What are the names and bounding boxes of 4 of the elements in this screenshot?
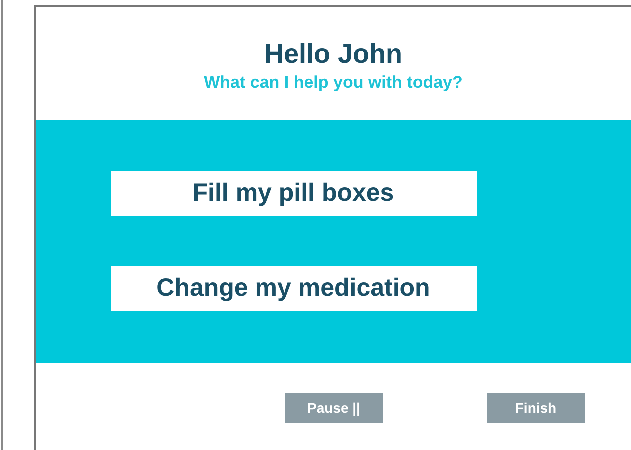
option-button[interactable]: Change my medication xyxy=(110,266,476,311)
greeting-subtitle: What can I help you with today? xyxy=(204,72,463,93)
option-button[interactable]: Fill my pill boxes xyxy=(110,171,476,216)
greeting-title: Hello John xyxy=(264,38,402,71)
